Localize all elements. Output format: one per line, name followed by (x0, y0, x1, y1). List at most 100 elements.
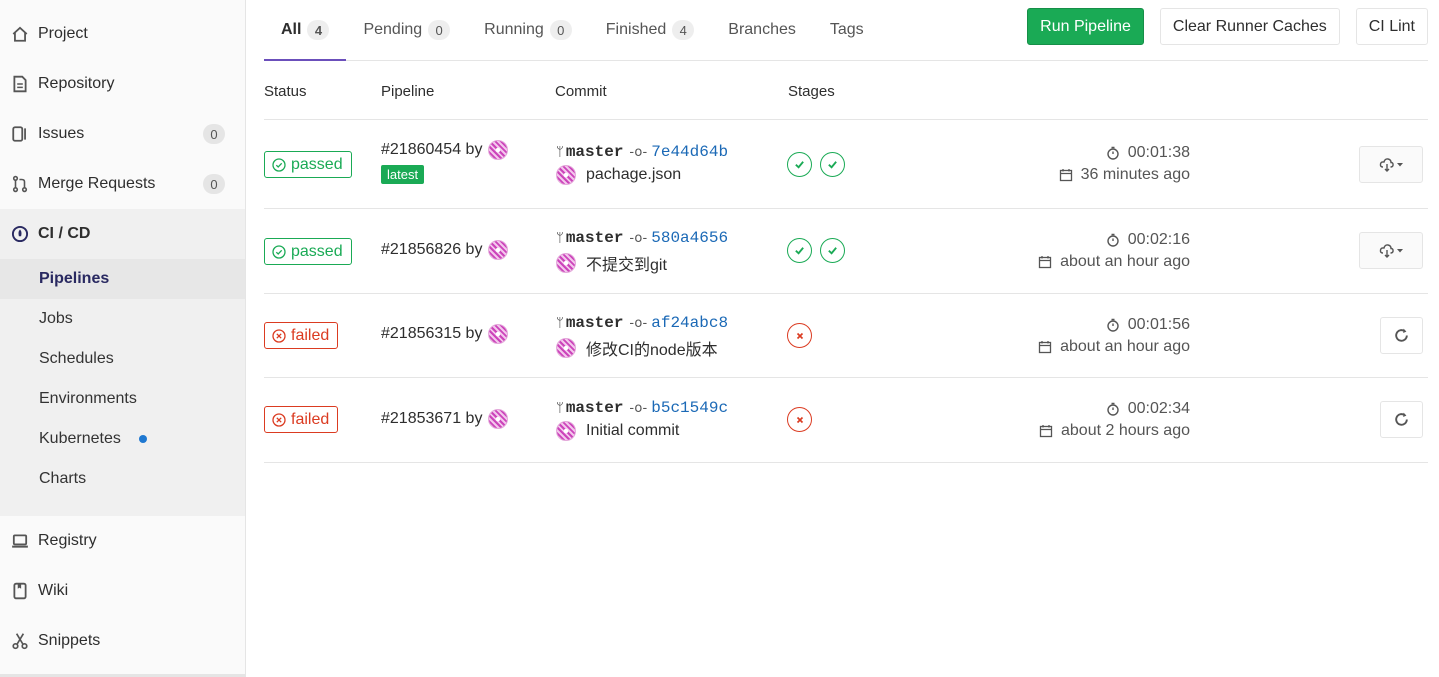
tab-label: Finished (605, 21, 667, 38)
ci-cd-submenu: Pipelines Jobs Schedules Environments Ku… (0, 259, 245, 516)
download-artifacts-button[interactable] (1359, 232, 1423, 269)
stage-passed-icon[interactable] (820, 152, 845, 177)
download-artifacts-button[interactable] (1359, 146, 1423, 183)
issues-count-badge: 0 (203, 124, 225, 144)
pipeline-link[interactable]: #21856826 by (381, 240, 509, 260)
pipelines-page: All 4 Pending 0 Running 0 Finished 4 Branche… (246, 0, 1439, 677)
branch-name[interactable]: master (566, 143, 624, 161)
tab-tags[interactable]: Tags (813, 0, 881, 60)
tab-finished[interactable]: Finished 4 (589, 0, 711, 60)
commit-sha[interactable]: b5c1549c (651, 399, 728, 417)
home-icon (10, 24, 30, 44)
timer-icon (1107, 402, 1119, 416)
timer-icon (1107, 318, 1119, 332)
retry-pipeline-button[interactable] (1380, 401, 1423, 438)
sidebar-item-issues[interactable]: Issues 0 (0, 109, 245, 159)
avatar[interactable] (556, 421, 576, 441)
commit-message[interactable]: 修改CI的node版本 (586, 336, 718, 360)
sidebar-item-wiki[interactable]: Wiki (0, 566, 245, 616)
sidebar-item-ci-cd[interactable]: CI / CD (0, 209, 245, 259)
sidebar-item-merge-requests[interactable]: Merge Requests 0 (0, 159, 245, 209)
status-badge[interactable]: passed (264, 151, 352, 178)
duration-text: 00:02:16 (1127, 231, 1190, 248)
sidebar-subitem-schedules[interactable]: Schedules (0, 339, 245, 379)
branch-name[interactable]: master (566, 229, 624, 247)
pipeline-by: by (465, 241, 483, 258)
sidebar-item-repository[interactable]: Repository (0, 59, 245, 109)
sidebar-subitem-environments[interactable]: Environments (0, 379, 245, 419)
stage-passed-icon[interactable] (787, 238, 812, 263)
timer-icon (1107, 233, 1119, 247)
avatar[interactable] (488, 240, 509, 260)
sidebar-item-label: Issues (38, 125, 85, 142)
status-label: passed (291, 155, 343, 173)
tab-all[interactable]: All 4 (264, 0, 347, 61)
commit-message[interactable]: 不提交到git (586, 251, 667, 275)
commit-icon: -o- (629, 144, 648, 160)
pipeline-stages (787, 152, 845, 177)
doc-icon (10, 74, 30, 94)
branch-name[interactable]: master (566, 399, 624, 417)
sidebar-item-label: Registry (38, 532, 97, 549)
tab-running[interactable]: Running 0 (467, 0, 589, 60)
pipeline-link[interactable]: #21856315 by (381, 324, 509, 344)
finished-text[interactable]: about 2 hours ago (1061, 422, 1190, 440)
sidebar-item-snippets[interactable]: Snippets (0, 616, 245, 666)
tab-count: 0 (549, 20, 572, 40)
retry-pipeline-button[interactable] (1380, 317, 1423, 354)
commit-ref: ᛘ master -o- b5c1549c (556, 399, 728, 417)
calendar-icon (1059, 169, 1072, 182)
finished-text[interactable]: 36 minutes ago (1081, 166, 1190, 184)
tab-pending[interactable]: Pending 0 (346, 0, 467, 60)
avatar[interactable] (556, 253, 576, 273)
finished-text[interactable]: about an hour ago (1060, 253, 1190, 271)
sidebar-subitem-jobs[interactable]: Jobs (0, 299, 245, 339)
pipeline-by: by (465, 325, 483, 342)
pipeline-timing: 00:02:16 about an hour ago (1038, 229, 1190, 273)
status-badge[interactable]: failed (264, 406, 339, 433)
avatar[interactable] (488, 140, 509, 160)
pipeline-link[interactable]: #21853671 by (381, 409, 509, 429)
tab-branches[interactable]: Branches (711, 0, 813, 60)
avatar[interactable] (488, 324, 509, 344)
avatar[interactable] (488, 409, 509, 429)
sidebar: Project Repository Issues 0 Merge Reques… (0, 0, 246, 677)
stage-passed-icon[interactable] (820, 238, 845, 263)
ci-lint-button[interactable]: CI Lint (1355, 8, 1428, 45)
clear-runner-caches-button[interactable]: Clear Runner Caches (1159, 8, 1340, 45)
branch-name[interactable]: master (566, 314, 624, 332)
branch-icon: ᛘ (556, 230, 564, 246)
sidebar-item-label: Snippets (38, 632, 101, 649)
commit-title: Initial commit (556, 421, 679, 441)
avatar[interactable] (556, 338, 576, 358)
status-badge[interactable]: passed (264, 238, 352, 265)
stage-passed-icon[interactable] (787, 152, 812, 177)
duration: 00:01:56 (1038, 314, 1190, 336)
duration: 00:02:16 (1038, 229, 1190, 251)
avatar[interactable] (556, 165, 576, 185)
commit-sha[interactable]: 580a4656 (651, 229, 728, 247)
commit-sha[interactable]: af24abc8 (651, 314, 728, 332)
commit-message[interactable]: Initial commit (586, 422, 679, 440)
status-badge[interactable]: failed (264, 322, 339, 349)
stage-failed-icon[interactable] (787, 323, 812, 348)
pipeline-id: #21856826 (381, 241, 462, 258)
finished-text[interactable]: about an hour ago (1060, 338, 1190, 356)
pipeline-stages (787, 407, 812, 432)
run-pipeline-button[interactable]: Run Pipeline (1027, 8, 1144, 45)
commit-message[interactable]: pachage.json (586, 166, 681, 184)
sidebar-subitem-charts[interactable]: Charts (0, 459, 245, 516)
sidebar-item-label: Merge Requests (38, 175, 156, 192)
sidebar-subitem-kubernetes[interactable]: Kubernetes (0, 419, 245, 459)
sidebar-item-registry[interactable]: Registry (0, 516, 245, 566)
tab-count: 0 (428, 20, 451, 40)
duration-text: 00:01:38 (1127, 144, 1190, 161)
commit-sha[interactable]: 7e44d64b (651, 143, 728, 161)
sidebar-subitem-pipelines[interactable]: Pipelines (0, 259, 245, 299)
stage-failed-icon[interactable] (787, 407, 812, 432)
sidebar-item-project[interactable]: Project (0, 9, 245, 59)
duration: 00:01:38 (1059, 142, 1190, 164)
cloud-download-icon (1379, 157, 1403, 172)
pipeline-id: #21856315 (381, 325, 462, 342)
pipeline-link[interactable]: #21860454 by (381, 140, 509, 160)
